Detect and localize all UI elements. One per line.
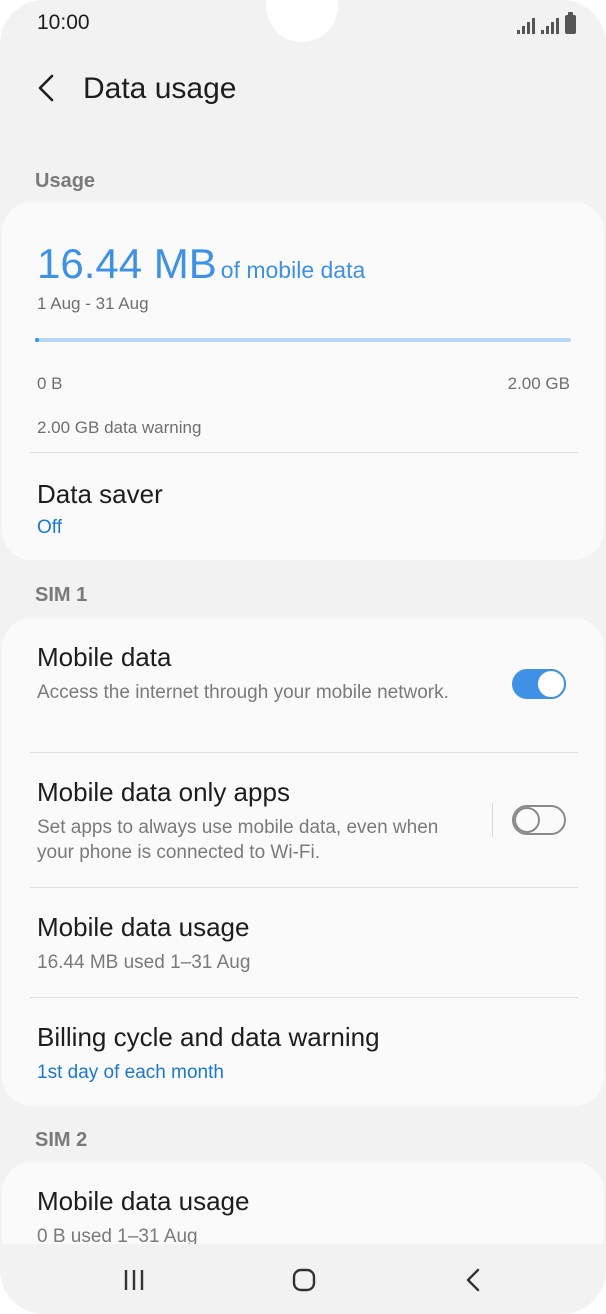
section-label-sim1: SIM 1 bbox=[35, 584, 88, 606]
sim1-card: Mobile data Access the internet through … bbox=[2, 618, 604, 1106]
usage-amount: 16.44 MB of mobile data bbox=[37, 240, 365, 288]
usage-min-label: 0 B bbox=[37, 374, 63, 393]
data-saver-value: Off bbox=[37, 517, 62, 538]
toggle-knob bbox=[514, 807, 540, 833]
camera-notch bbox=[266, 0, 338, 42]
mobile-data-subtitle: Access the internet through your mobile … bbox=[37, 682, 449, 703]
mobile-data-only-apps-toggle[interactable] bbox=[512, 805, 566, 835]
mobile-data-only-apps-row[interactable]: Mobile data only apps Set apps to always… bbox=[2, 753, 604, 887]
toggle-knob bbox=[536, 669, 566, 699]
back-icon[interactable] bbox=[454, 1266, 494, 1294]
phone-screen: 10:00 Data usage Usage 16.44 MB of mobile… bbox=[0, 0, 606, 1314]
usage-card: 16.44 MB of mobile data 1 Aug - 31 Aug 0 … bbox=[2, 202, 604, 560]
vertical-separator bbox=[492, 803, 493, 837]
billing-cycle-title: Billing cycle and data warning bbox=[37, 1022, 380, 1052]
mobile-data-usage-row[interactable]: Mobile data usage 16.44 MB used 1–31 Aug bbox=[2, 888, 604, 997]
mobile-data-usage-subtitle: 16.44 MB used 1–31 Aug bbox=[37, 952, 251, 973]
signal-icon bbox=[517, 16, 535, 34]
page-title: Data usage bbox=[83, 72, 237, 105]
data-warning-text: 2.00 GB data warning bbox=[37, 418, 202, 437]
mobile-data-usage-title: Mobile data usage bbox=[37, 912, 250, 942]
usage-progress-fill bbox=[35, 338, 40, 342]
home-icon[interactable] bbox=[284, 1266, 324, 1294]
usage-date-range: 1 Aug - 31 Aug bbox=[37, 294, 149, 313]
billing-cycle-row[interactable]: Billing cycle and data warning 1st day o… bbox=[2, 998, 604, 1106]
data-saver-row[interactable]: Data saver Off bbox=[2, 453, 604, 560]
mobile-data-only-apps-subtitle: Set apps to always use mobile data, even… bbox=[37, 817, 439, 863]
mobile-data-row[interactable]: Mobile data Access the internet through … bbox=[2, 618, 604, 752]
usage-amount-suffix: of mobile data bbox=[220, 257, 366, 283]
back-arrow-icon[interactable] bbox=[28, 68, 68, 108]
usage-progress-bar bbox=[35, 338, 571, 342]
status-time: 10:00 bbox=[37, 11, 90, 34]
recents-icon[interactable] bbox=[114, 1266, 154, 1294]
status-icons bbox=[517, 12, 576, 34]
section-label-usage: Usage bbox=[35, 170, 96, 192]
app-bar: Data usage bbox=[0, 58, 606, 122]
billing-cycle-subtitle: 1st day of each month bbox=[37, 1062, 224, 1083]
mobile-data-title: Mobile data bbox=[37, 642, 172, 672]
usage-max-label: 2.00 GB bbox=[507, 374, 570, 393]
section-label-sim2: SIM 2 bbox=[35, 1129, 88, 1151]
usage-amount-value: 16.44 MB bbox=[37, 240, 217, 287]
data-saver-title: Data saver bbox=[37, 479, 163, 509]
status-bar: 10:00 bbox=[0, 0, 606, 48]
mobile-data-only-apps-title: Mobile data only apps bbox=[37, 777, 290, 807]
mobile-data-toggle[interactable] bbox=[512, 669, 566, 699]
navigation-bar bbox=[0, 1244, 606, 1314]
battery-icon bbox=[565, 12, 576, 34]
sim2-mobile-data-usage-title: Mobile data usage bbox=[37, 1186, 250, 1216]
signal-icon bbox=[541, 16, 559, 34]
